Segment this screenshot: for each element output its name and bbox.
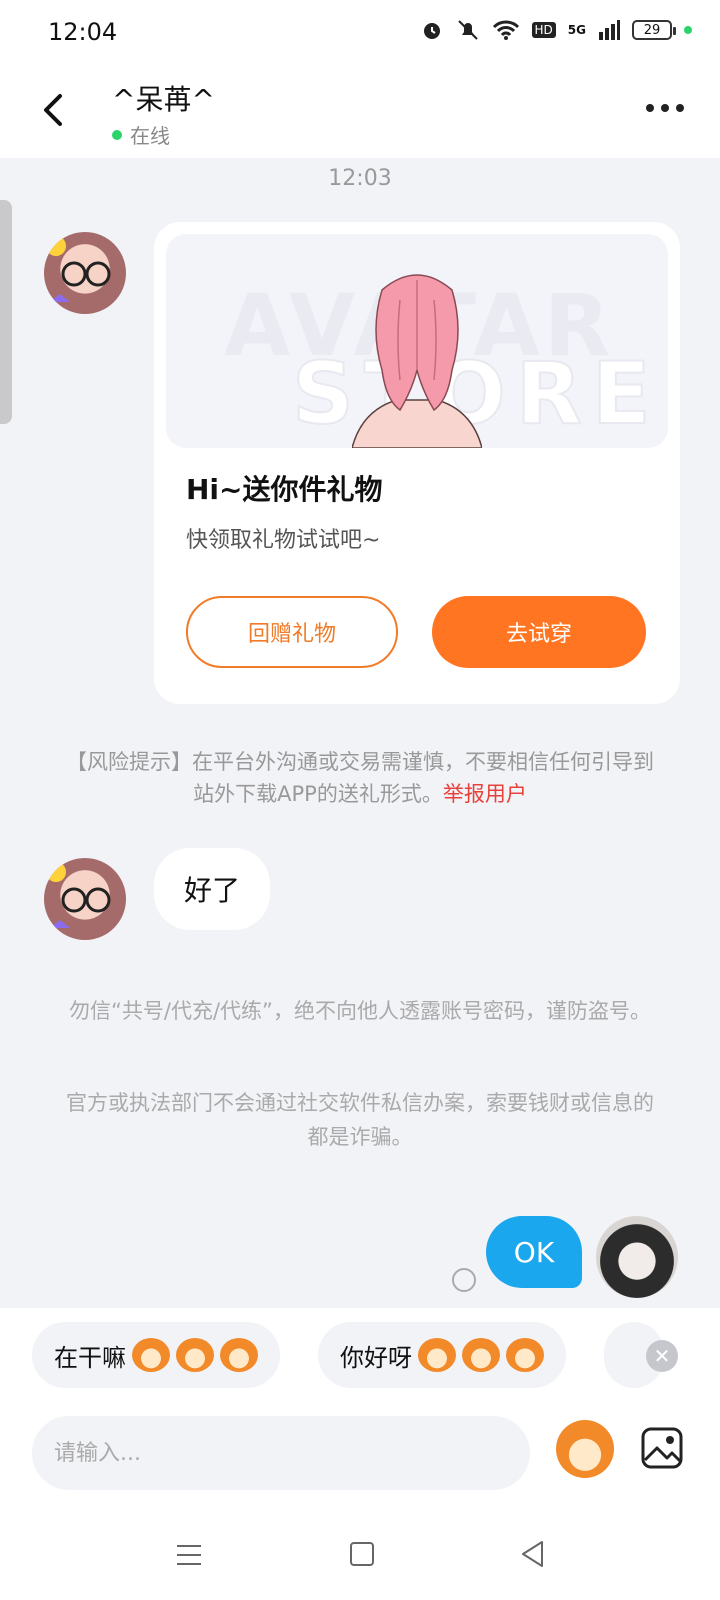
online-status: 在线 <box>112 120 170 149</box>
online-status-label: 在线 <box>130 124 170 148</box>
network-label: 5G <box>567 23 586 37</box>
chevron-left-icon[interactable] <box>36 88 72 132</box>
menu-icon[interactable] <box>176 1544 202 1566</box>
contact-avatar[interactable] <box>44 858 126 940</box>
try-on-button[interactable]: 去试穿 <box>432 596 646 668</box>
safety-tip: 勿信“共号/代充/代练”，绝不向他人透露账号密码，谨防盗号。 <box>69 999 651 1023</box>
quick-replies-bar: 在干嘛 你好呀 ✕ <box>0 1308 720 1390</box>
emoji-icon <box>132 1338 170 1372</box>
sent-message-bubble[interactable]: OK <box>486 1216 582 1288</box>
my-avatar[interactable] <box>596 1216 678 1298</box>
more-dots-icon[interactable] <box>646 104 684 112</box>
quick-reply-label: 你好呀 <box>340 1343 412 1372</box>
battery-level: 29 <box>643 22 661 38</box>
home-icon[interactable] <box>350 1542 374 1566</box>
message-timestamp: 12:03 <box>328 166 392 191</box>
emoji-icon <box>506 1338 544 1372</box>
mute-icon <box>457 20 478 40</box>
quick-reply-chip[interactable]: 你好呀 <box>318 1322 566 1388</box>
safety-tip: 官方或执法部门不会通过社交软件私信办案，索要钱财或信息的都是诈骗。 <box>66 1091 654 1149</box>
received-message-bubble[interactable]: 好了 <box>154 848 271 930</box>
scroll-handle[interactable] <box>0 200 12 424</box>
avatar-glasses-icon <box>46 236 111 302</box>
alarm-icon <box>423 23 440 39</box>
gift-subtitle: 快领取礼物试试吧~ <box>186 528 381 553</box>
close-icon[interactable]: ✕ <box>646 1340 678 1372</box>
emoji-icon[interactable] <box>556 1420 614 1478</box>
return-gift-button[interactable]: 回赠礼物 <box>186 596 398 668</box>
input-bar <box>0 1390 720 1500</box>
contact-name: ^呆苒^ <box>112 83 215 116</box>
contact-avatar[interactable] <box>44 232 126 314</box>
emoji-icon <box>176 1338 214 1372</box>
message-status-icon <box>452 1268 476 1292</box>
online-dot-icon <box>112 129 122 140</box>
quick-reply-chip[interactable]: 在干嘛 <box>32 1322 280 1388</box>
emoji-icon <box>220 1338 258 1372</box>
chat-header: ^呆苒^ 在线 <box>0 66 720 158</box>
emoji-icon <box>462 1338 500 1372</box>
hd-badge: HD <box>531 22 556 38</box>
gift-banner[interactable]: AVATAR STORE <box>166 234 668 448</box>
chat-area[interactable]: 12:03 AVATAR STORE Hi~送你件礼物 快领取礼物试试吧~ 回赠… <box>0 158 720 1308</box>
avatar-hair-icon <box>352 274 482 448</box>
risk-notice-text: 【风险提示】在平台外沟通或交易需谨慎，不要相信任何引导到站外下载APP的送礼形式… <box>66 750 654 806</box>
indicator-dot <box>684 26 692 34</box>
message-input[interactable] <box>32 1416 530 1490</box>
status-icons: HD 5G 29 <box>420 18 692 42</box>
system-nav-bar <box>0 1500 720 1600</box>
emoji-icon <box>418 1338 456 1372</box>
avatar-glasses-icon <box>46 862 111 928</box>
gift-card[interactable]: AVATAR STORE Hi~送你件礼物 快领取礼物试试吧~ 回赠礼物 去试穿 <box>154 222 680 704</box>
risk-notice: 【风险提示】在平台外沟通或交易需谨慎，不要相信任何引导到站外下载APP的送礼形式… <box>60 746 660 810</box>
signal-icon <box>599 20 620 40</box>
wifi-icon <box>492 20 519 40</box>
image-icon[interactable] <box>640 1426 684 1470</box>
status-time: 12:04 <box>48 18 118 46</box>
gift-title: Hi~送你件礼物 <box>186 473 383 506</box>
report-user-link[interactable]: 举报用户 <box>443 782 527 806</box>
status-bar: 12:04 HD 5G 29 <box>0 0 720 66</box>
battery-icon: 29 <box>632 20 676 40</box>
quick-reply-label: 在干嘛 <box>54 1343 126 1372</box>
back-triangle-icon[interactable] <box>520 1540 544 1568</box>
